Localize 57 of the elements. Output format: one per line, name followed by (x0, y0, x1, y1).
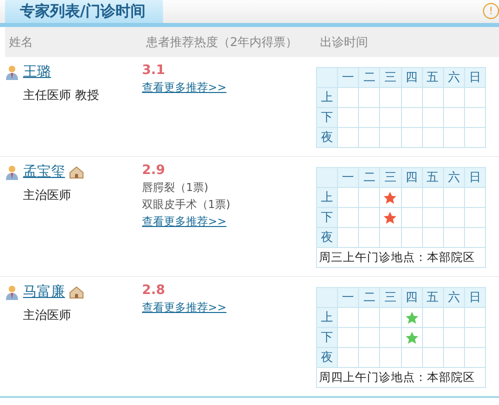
column-header: 出诊时间 (319, 34, 369, 50)
weekday-cell: 三 (380, 168, 401, 188)
doctor-title: 主治医师 (22, 187, 72, 204)
weekday-cell: 三 (380, 68, 401, 88)
doctor-name-link[interactable]: 马富廉 (23, 283, 65, 301)
period-cell: 上 (316, 188, 338, 208)
doctor-title: 主任医师 教授 (22, 87, 100, 104)
home-icon[interactable] (69, 166, 84, 178)
more-link[interactable]: 查看更多推荐>> (142, 80, 316, 95)
weekday-cell: 日 (464, 168, 486, 188)
period-cell: 夜 (316, 128, 338, 148)
clinic-location-note: 周四上午门诊地点：本部院区 (316, 368, 486, 388)
weekday-cell: 五 (422, 168, 444, 188)
column-header: 患者推荐热度（2年内得票） (145, 34, 299, 50)
weekday-cell: 一 (338, 68, 359, 88)
period-cell: 上 (316, 308, 338, 328)
doctor-icon (5, 284, 19, 300)
weekday-cell: 四 (401, 68, 422, 88)
vote-item: 双眼皮手术（1票) (142, 197, 232, 212)
corner-cell (316, 288, 338, 308)
period-cell: 夜 (316, 228, 338, 248)
period-cell: 夜 (316, 348, 338, 368)
clinic-location-note: 周三上午门诊地点：本部院区 (316, 248, 486, 268)
doctor-title: 主治医师 (22, 307, 72, 324)
weekday-cell: 一 (338, 288, 359, 308)
weekday-cell: 六 (443, 68, 464, 88)
weekday-cell: 六 (443, 288, 464, 308)
weekday-cell: 六 (443, 168, 464, 188)
tab[interactable]: 专家列表/门诊时间 (5, 0, 164, 23)
period-cell: 下 (316, 108, 338, 128)
weekday-cell: 二 (358, 288, 380, 308)
period-cell: 上 (316, 88, 338, 108)
home-icon[interactable] (69, 286, 84, 298)
score: 2.8 (142, 283, 166, 298)
doctor-icon (5, 64, 19, 80)
weekday-cell: 二 (358, 168, 380, 188)
more-link[interactable]: 查看更多推荐>> (142, 300, 316, 315)
column-header: 姓名 (8, 34, 34, 50)
doctor-name-link[interactable]: 王璐 (23, 63, 51, 81)
weekday-cell: 五 (422, 288, 444, 308)
more-link[interactable]: 查看更多推荐>> (142, 214, 316, 229)
doctor-icon (5, 164, 19, 180)
weekday-cell: 日 (464, 288, 486, 308)
weekday-cell: 三 (380, 288, 401, 308)
score: 2.9 (142, 163, 166, 178)
corner-cell (316, 168, 338, 188)
weekday-cell: 二 (358, 68, 380, 88)
period-cell: 下 (316, 208, 338, 228)
weekday-cell: 五 (422, 68, 444, 88)
weekday-cell: 四 (401, 288, 422, 308)
weekday-cell: 日 (464, 68, 486, 88)
period-cell: 下 (316, 328, 338, 348)
weekday-cell: 四 (401, 168, 422, 188)
corner-cell (316, 68, 338, 88)
weekday-cell: 一 (338, 168, 359, 188)
vote-item: 唇腭裂（1票) (142, 180, 210, 195)
score: 3.1 (142, 63, 166, 78)
